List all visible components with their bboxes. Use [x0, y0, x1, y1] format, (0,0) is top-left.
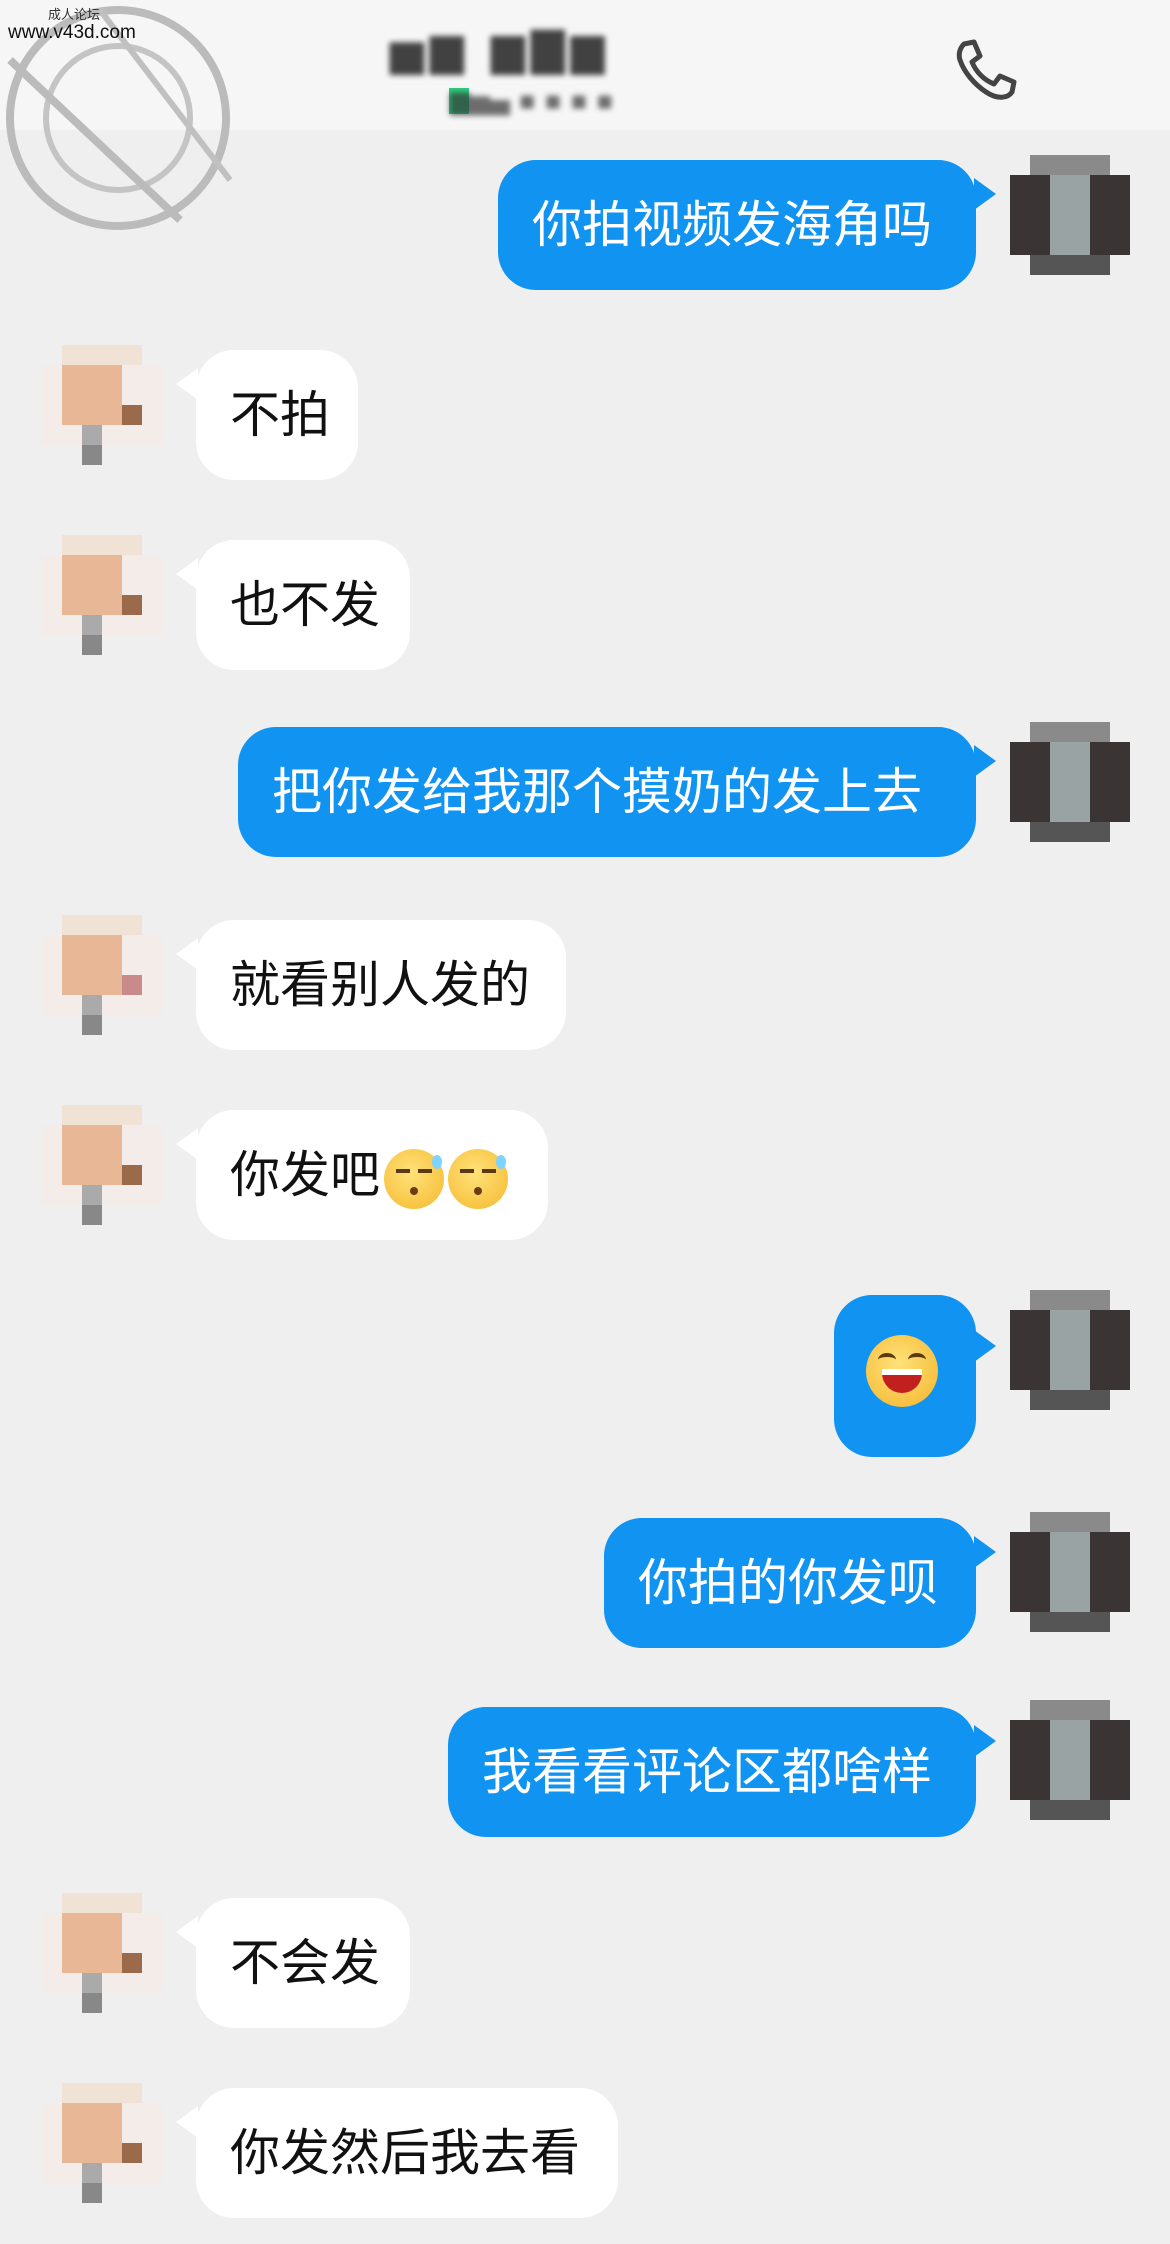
message-text: 也不发	[230, 576, 380, 634]
message-bubble-incoming[interactable]: 也不发	[196, 540, 410, 670]
message-bubble-outgoing[interactable]: 我看看评论区都啥样	[448, 1707, 976, 1837]
sweat-emoji-icon	[384, 1148, 444, 1209]
message-text: 就看别人发的	[230, 956, 530, 1014]
contact-status: ▆▅▄ ▪ ▪ ▪ ▪	[450, 86, 614, 116]
message-bubble-incoming[interactable]: 不拍	[196, 350, 358, 480]
message-bubble-outgoing[interactable]: 把你发给我那个摸奶的发上去	[238, 727, 976, 857]
contact-avatar[interactable]	[42, 1105, 162, 1225]
bubble-tail	[176, 558, 198, 590]
my-avatar[interactable]	[1010, 722, 1130, 842]
bubble-tail	[176, 1128, 198, 1160]
message-bubble-outgoing[interactable]: 你拍视频发海角吗	[498, 160, 976, 290]
my-avatar[interactable]	[1010, 1290, 1130, 1410]
message-text: 不会发	[230, 1934, 380, 1992]
contact-avatar[interactable]	[42, 1893, 162, 2013]
my-avatar[interactable]	[1010, 1512, 1130, 1632]
contact-avatar[interactable]	[42, 2083, 162, 2203]
chat-header: ▅▆ ▆▇▆ ▆▅▄ ▪ ▪ ▪ ▪	[0, 0, 1170, 130]
message-text: 不拍	[230, 386, 330, 444]
bubble-tail	[974, 178, 996, 210]
message-bubble-incoming[interactable]: 你发然后我去看	[196, 2088, 618, 2218]
bubble-tail	[176, 1916, 198, 1948]
contact-avatar[interactable]	[42, 535, 162, 655]
message-text: 你发吧	[230, 1146, 380, 1204]
contact-name[interactable]: ▅▆ ▆▇▆	[390, 22, 720, 78]
phone-icon[interactable]	[950, 36, 1020, 106]
sweat-emoji-icon	[448, 1148, 508, 1209]
contact-avatar[interactable]	[42, 345, 162, 465]
message-text: 你拍视频发海角吗	[532, 196, 932, 254]
message-text: 把你发给我那个摸奶的发上去	[272, 763, 922, 821]
bubble-tail	[974, 1536, 996, 1568]
message-text: 我看看评论区都啥样	[482, 1743, 932, 1801]
message-bubble-incoming[interactable]: 不会发	[196, 1898, 410, 2028]
bubble-tail	[974, 1330, 996, 1362]
my-avatar[interactable]	[1010, 155, 1130, 275]
message-text: 你发然后我去看	[230, 2124, 580, 2182]
laugh-emoji-icon	[866, 1335, 938, 1407]
message-text: 你拍的你发呗	[638, 1554, 938, 1612]
contact-avatar[interactable]	[42, 915, 162, 1035]
my-avatar[interactable]	[1010, 1700, 1130, 1820]
bubble-tail	[176, 938, 198, 970]
bubble-tail	[176, 368, 198, 400]
bubble-tail	[974, 745, 996, 777]
bubble-tail	[974, 1725, 996, 1757]
message-bubble-outgoing[interactable]: 你拍的你发呗	[604, 1518, 976, 1648]
message-bubble-incoming[interactable]: 就看别人发的	[196, 920, 566, 1050]
bubble-tail	[176, 2106, 198, 2138]
message-bubble-incoming[interactable]: 你发吧	[196, 1110, 548, 1240]
